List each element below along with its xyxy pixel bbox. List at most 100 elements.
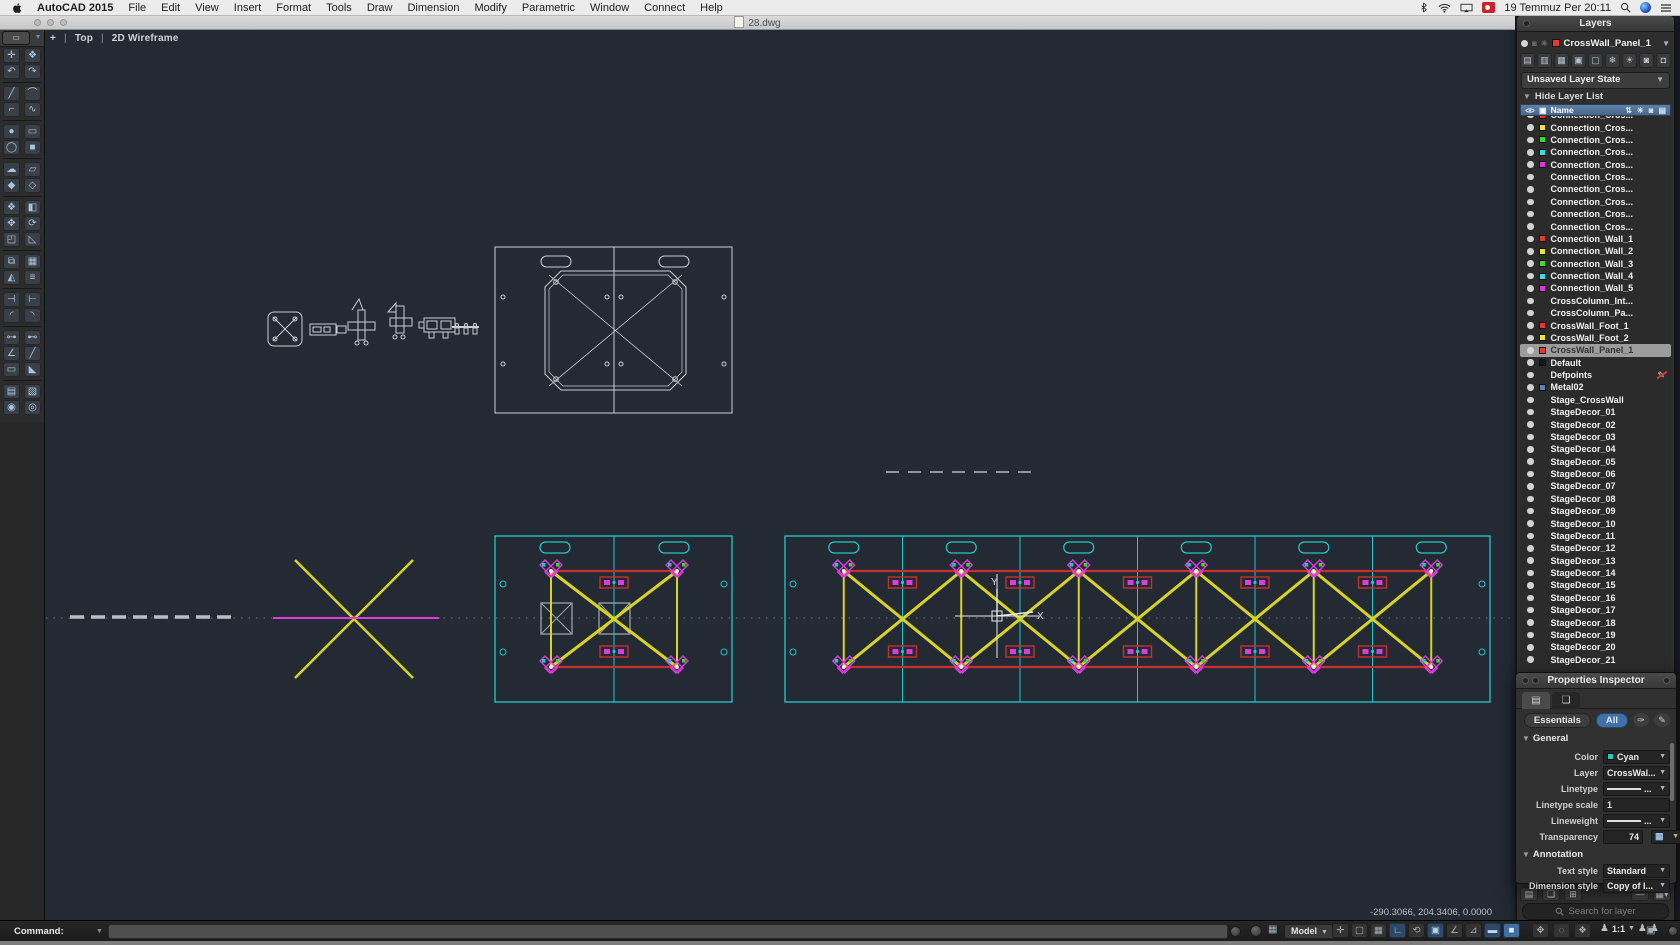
layer-color-swatch[interactable] [1538, 124, 1546, 132]
hatch-icon[interactable]: ▤ [3, 384, 20, 399]
layer-row[interactable]: Connection_Wall_2 [1520, 245, 1671, 257]
layer-row[interactable]: Connection_Cros... [1520, 121, 1671, 133]
menu-edit[interactable]: Edit [161, 2, 180, 14]
layer-color-swatch[interactable] [1538, 334, 1546, 342]
menu-view[interactable]: View [195, 2, 219, 14]
scrollbar[interactable] [1670, 743, 1674, 801]
minimize-icon[interactable] [1532, 677, 1539, 684]
polar-toggle[interactable]: ⟲ [1408, 923, 1425, 938]
current-layer-row[interactable]: ◙ ✳ CrossWall_Panel_1 ▼ [1521, 35, 1670, 51]
model-space-button[interactable]: Model ▼ [1284, 924, 1335, 939]
lineweight-dropdown[interactable]: ... ▼ [1603, 813, 1670, 828]
arc-icon[interactable]: ⌒ [24, 86, 41, 101]
array-icon[interactable]: ▦ [24, 254, 41, 269]
point-icon[interactable]: ◆ [3, 178, 20, 193]
layer-on-icon[interactable] [1527, 173, 1534, 181]
bluetooth-icon[interactable] [1418, 2, 1429, 13]
layer-row[interactable]: Metal02 [1520, 381, 1671, 393]
layer-row[interactable]: Stage_CrossWall [1520, 394, 1671, 406]
hide-layer-list-toggle[interactable]: ▼ Hide Layer List [1523, 91, 1603, 102]
layer-on-icon[interactable] [1527, 235, 1534, 243]
layer-row[interactable]: StageDecor_15 [1520, 579, 1671, 591]
offset-icon[interactable]: ≡ [24, 270, 41, 285]
chevron-down-icon[interactable]: ▾ [36, 32, 40, 41]
layer-color-swatch[interactable] [1538, 272, 1546, 280]
layer-on-icon[interactable] [1521, 39, 1528, 47]
layer-on-icon[interactable] [1527, 520, 1534, 527]
multipoint-icon[interactable]: ◇ [24, 178, 41, 193]
osnap-toggle[interactable]: ▣ [1427, 923, 1444, 938]
layer-row[interactable]: Connection_Cros... [1520, 196, 1671, 208]
layer-on-icon[interactable] [1527, 569, 1534, 577]
lock-column-icon[interactable]: ◙ [1649, 106, 1654, 115]
snap-toggle[interactable]: ✛ [1332, 923, 1349, 938]
layer-row[interactable]: StageDecor_18 [1520, 616, 1671, 628]
helix-icon[interactable]: ◎ [24, 400, 41, 415]
layer-row[interactable]: StageDecor_01 [1520, 406, 1671, 418]
clean-screen-icon[interactable]: ▣ [1646, 925, 1655, 936]
layer-on-icon[interactable] [1527, 656, 1534, 663]
layer-on-icon[interactable] [1527, 384, 1534, 391]
freeze-column-icon[interactable]: ✳ [1637, 106, 1644, 115]
menu-modify[interactable]: Modify [474, 2, 506, 14]
layer-on-icon[interactable] [1527, 223, 1534, 230]
layer-row[interactable]: StageDecor_10 [1520, 517, 1671, 529]
layer-on-icon[interactable] [1527, 619, 1534, 626]
freeze-layer-icon[interactable]: ❄ [1605, 53, 1620, 68]
transparency-field[interactable]: 74 [1603, 829, 1643, 844]
union-icon[interactable]: ❖ [3, 200, 20, 215]
viewport-add-button[interactable]: + [50, 33, 56, 44]
layer-on-icon[interactable] [1527, 124, 1534, 131]
menu-dimension[interactable]: Dimension [407, 2, 459, 14]
copy-icon[interactable]: ⧉ [3, 254, 20, 269]
circle-icon[interactable]: ● [3, 124, 20, 139]
divide-icon[interactable]: ╱ [24, 346, 41, 361]
ortho-toggle[interactable]: ∟ [1389, 923, 1406, 938]
crosswall-panel-long[interactable] [784, 535, 1491, 703]
layer-on-icon[interactable] [1527, 371, 1534, 379]
menu-help[interactable]: Help [700, 2, 723, 14]
siri-icon[interactable] [1640, 2, 1651, 13]
notification-center-icon[interactable] [1660, 3, 1672, 13]
layer-on-icon[interactable] [1527, 347, 1534, 354]
layer-row[interactable]: StageDecor_08 [1520, 493, 1671, 505]
chevron-down-icon[interactable]: ▼ [1628, 925, 1635, 932]
essentials-tab[interactable]: Essentials [1523, 712, 1591, 728]
match-properties-icon[interactable]: ✑ [1633, 713, 1649, 727]
rotate-icon[interactable]: ⟳ [24, 216, 41, 231]
chevron-down-icon[interactable]: ▼ [96, 928, 103, 935]
layer-on-icon[interactable] [1527, 161, 1534, 168]
trim-icon[interactable]: ⊣ [3, 292, 20, 307]
tool-palette-header[interactable]: ▭ ▾ [0, 29, 44, 47]
layer-row[interactable]: StageDecor_05 [1520, 456, 1671, 468]
menu-window[interactable]: Window [590, 2, 629, 14]
layer-on-icon[interactable] [1527, 483, 1534, 490]
layer-color-swatch[interactable] [1538, 359, 1546, 367]
region-icon[interactable]: ■ [24, 140, 41, 155]
rectangle-icon[interactable]: ▭ [24, 124, 41, 139]
layer-row[interactable]: StageDecor_03 [1520, 431, 1671, 443]
layer-on-icon[interactable] [1527, 532, 1534, 540]
annotation-section-header[interactable]: ▼ Annotation [1522, 849, 1583, 860]
layer-on-icon[interactable] [1527, 545, 1534, 552]
pan-realtime-icon[interactable]: ❖ [24, 48, 41, 63]
menu-insert[interactable]: Insert [234, 2, 262, 14]
layer-row[interactable]: Defpoints ✎ [1520, 369, 1671, 381]
layer-row[interactable]: StageDecor_21 [1520, 654, 1671, 666]
close-icon[interactable] [1522, 677, 1529, 684]
layer-color-swatch[interactable] [1538, 346, 1546, 354]
lock-layer-icon[interactable]: ◙ [1639, 53, 1654, 68]
menu-tools[interactable]: Tools [326, 2, 352, 14]
spline-icon[interactable]: ∿ [24, 102, 41, 117]
layer-on-icon[interactable] [1527, 248, 1534, 255]
mirror-icon[interactable]: ◭ [3, 270, 20, 285]
transparency-dropdown[interactable]: ▦ ▼ [1651, 829, 1680, 844]
layer-on-icon[interactable] [1527, 359, 1534, 366]
grid-display-toggle[interactable]: ▢ [1351, 923, 1368, 938]
layer-on-icon[interactable] [1527, 272, 1534, 280]
pencil-icon[interactable]: ✎ [1654, 713, 1670, 727]
lengthen-icon[interactable]: ⊷ [24, 330, 41, 345]
layer-row[interactable]: StageDecor_13 [1520, 555, 1671, 567]
measure-icon[interactable]: ∠ [3, 346, 20, 361]
gradient-icon[interactable]: ▧ [24, 384, 41, 399]
